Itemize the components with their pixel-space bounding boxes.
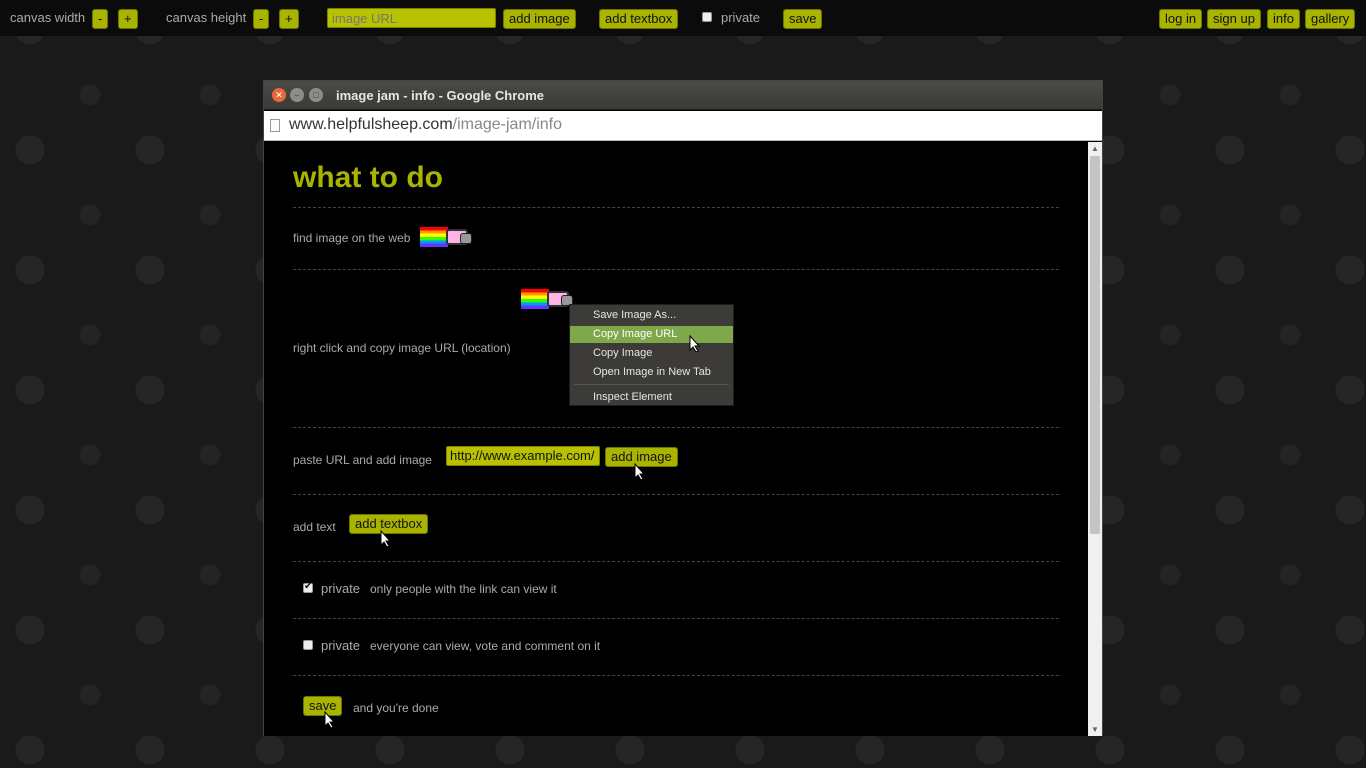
step-copy-url-text: right click and copy image URL (location… (293, 341, 511, 355)
canvas-width-decrease-button[interactable]: - (92, 9, 109, 29)
top-toolbar: canvas width - + canvas height - + add i… (0, 0, 1366, 36)
image-url-input[interactable] (327, 8, 496, 28)
scroll-down-arrow-icon[interactable]: ▼ (1091, 725, 1099, 734)
menu-item-copy-image-url[interactable]: Copy Image URL (570, 326, 733, 343)
info-button[interactable]: info (1267, 9, 1300, 29)
divider (293, 269, 1059, 270)
add-textbox-button[interactable]: add textbox (599, 9, 679, 29)
divider (293, 494, 1059, 495)
address-bar[interactable]: www.helpfulsheep.com/image-jam/info (264, 111, 1102, 141)
url-path: /image-jam/info (452, 116, 563, 133)
canvas-height-label: canvas height (166, 10, 247, 25)
private-label: private (721, 10, 761, 25)
save-description: and you're done (353, 701, 439, 715)
mouse-cursor-icon (324, 711, 336, 729)
window-titlebar[interactable]: ✕ – □ image jam - info - Google Chrome (264, 81, 1102, 110)
nyan-cat-image (420, 227, 472, 247)
page-title: what to do (293, 161, 443, 194)
browser-window: ✕ – □ image jam - info - Google Chrome w… (263, 80, 1103, 736)
private-checked-description: only people with the link can view it (370, 582, 557, 596)
divider (293, 618, 1059, 619)
menu-item-open-image-new-tab[interactable]: Open Image in New Tab (570, 364, 733, 381)
example-url-input[interactable]: http://www.example.com/ (446, 446, 600, 466)
page-viewport: what to do find image on the web right c… (264, 142, 1088, 736)
save-button[interactable]: save (783, 9, 823, 29)
step-add-text-text: add text (293, 520, 336, 534)
private-unchecked-label: private (321, 638, 361, 653)
example-save-button[interactable]: save (303, 696, 343, 716)
maximize-icon[interactable]: □ (309, 88, 323, 102)
window-title: image jam - info - Google Chrome (336, 88, 545, 103)
close-icon[interactable]: ✕ (272, 88, 286, 102)
private-checked-label: private (321, 581, 361, 596)
private-checkbox[interactable] (702, 12, 712, 22)
menu-separator (574, 384, 729, 385)
divider (293, 675, 1059, 676)
url-text[interactable]: www.helpfulsheep.com/image-jam/info (289, 116, 562, 134)
add-image-button[interactable]: add image (503, 9, 576, 29)
private-unchecked-description: everyone can view, vote and comment on i… (370, 639, 601, 653)
mouse-cursor-icon (689, 335, 701, 353)
sign-up-button[interactable]: sign up (1207, 9, 1261, 29)
log-in-button[interactable]: log in (1159, 9, 1203, 29)
divider (293, 207, 1059, 208)
gallery-button[interactable]: gallery (1305, 9, 1356, 29)
scroll-up-arrow-icon[interactable]: ▲ (1091, 144, 1099, 153)
step-paste-url-text: paste URL and add image (293, 453, 432, 467)
private-checked-checkbox[interactable] (303, 581, 313, 593)
context-menu: Save Image As... Copy Image URL Copy Ima… (569, 304, 734, 406)
canvas-height-increase-button[interactable]: + (279, 9, 299, 29)
canvas-width-increase-button[interactable]: + (118, 9, 138, 29)
divider (293, 427, 1059, 428)
vertical-scrollbar[interactable]: ▲ ▼ (1088, 142, 1102, 736)
mouse-cursor-icon (380, 530, 392, 548)
menu-item-inspect-element[interactable]: Inspect Element (570, 389, 733, 406)
minimize-icon[interactable]: – (290, 88, 304, 102)
step-find-image-text: find image on the web (293, 231, 411, 245)
canvas-height-decrease-button[interactable]: - (253, 9, 270, 29)
nyan-cat-image[interactable] (521, 289, 573, 309)
canvas-width-label: canvas width (10, 10, 86, 25)
menu-item-copy-image[interactable]: Copy Image (570, 345, 733, 362)
page-icon (270, 119, 280, 132)
mouse-cursor-icon (634, 463, 646, 481)
scrollbar-thumb[interactable] (1090, 156, 1100, 534)
url-host: www.helpfulsheep.com (289, 116, 453, 133)
private-unchecked-checkbox[interactable] (303, 640, 313, 650)
menu-item-save-image-as[interactable]: Save Image As... (570, 307, 733, 324)
divider (293, 561, 1059, 562)
